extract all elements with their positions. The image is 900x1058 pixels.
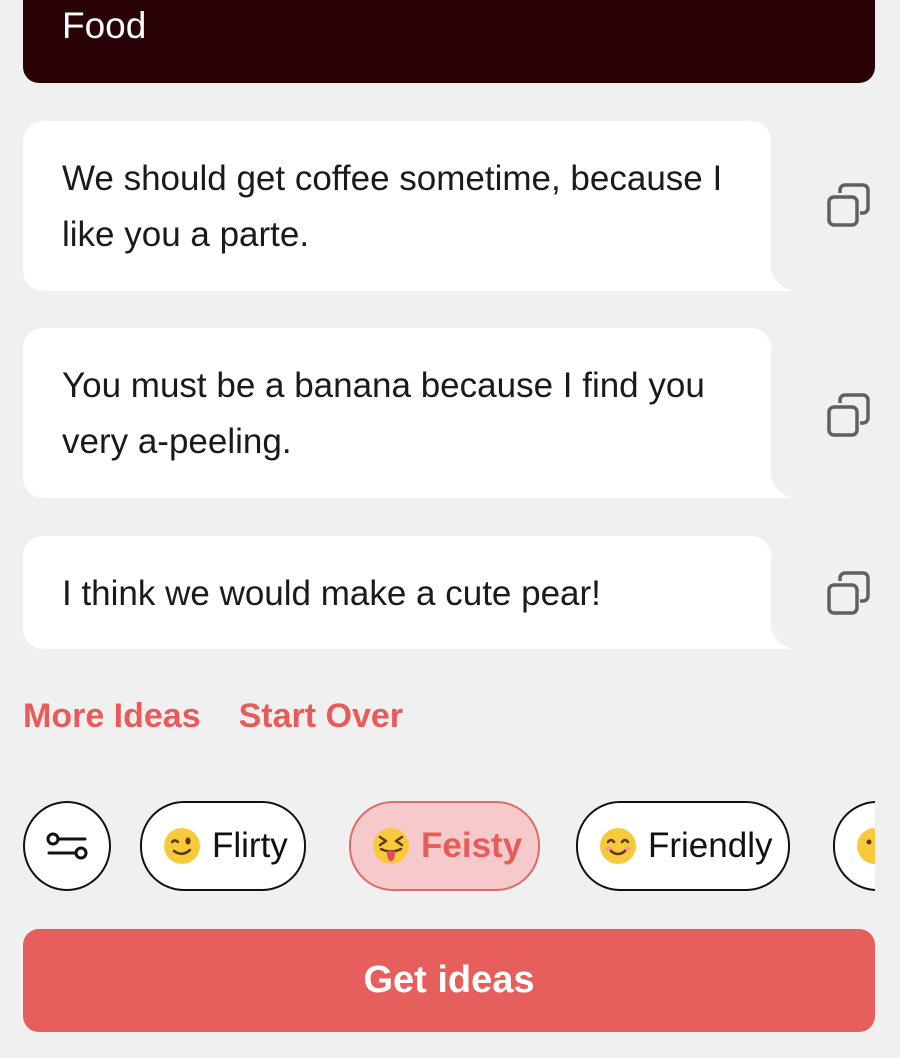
bubble-tail <box>769 468 793 498</box>
more-ideas-link[interactable]: More Ideas <box>23 696 201 736</box>
idea-text: You must be a banana because I find you … <box>62 366 705 461</box>
partial-emoji-icon <box>857 828 875 864</box>
copy-icon <box>827 183 870 227</box>
tone-chip-feisty[interactable]: Feisty <box>349 801 541 891</box>
idea-bubble: I think we would make a cute pear! <box>23 536 771 649</box>
copy-button[interactable] <box>823 390 875 442</box>
copy-icon <box>827 571 870 615</box>
idea-bubble: We should get coffee sometime, because I… <box>23 121 771 291</box>
idea-card: We should get coffee sometime, because I… <box>23 121 875 291</box>
tone-selector: Flirty Feisty Friendly <box>23 801 875 891</box>
winking-face-icon <box>164 828 200 864</box>
idea-actions: More Ideas Start Over <box>23 696 403 736</box>
bubble-tail <box>769 261 793 291</box>
idea-card: I think we would make a cute pear! <box>23 536 875 649</box>
topic-label: Food <box>62 5 147 46</box>
smiling-face-icon <box>600 828 636 864</box>
idea-card: You must be a banana because I find you … <box>23 328 875 498</box>
copy-button[interactable] <box>823 568 875 620</box>
tone-filter-button[interactable] <box>23 801 111 891</box>
idea-bubble: You must be a banana because I find you … <box>23 328 771 498</box>
start-over-link[interactable]: Start Over <box>239 696 403 736</box>
copy-button[interactable] <box>823 180 875 232</box>
topic-bar[interactable]: Food <box>23 0 875 83</box>
copy-icon <box>827 393 870 437</box>
bubble-tail <box>769 619 793 649</box>
tone-chip-label: Flirty <box>212 826 288 865</box>
tone-chip-label: Feisty <box>421 826 523 865</box>
tone-chip-friendly[interactable]: Friendly <box>576 801 791 891</box>
tone-chip-partial[interactable] <box>833 801 875 891</box>
sliders-icon <box>46 832 88 860</box>
tone-chip-label: Friendly <box>648 826 773 865</box>
get-ideas-label: Get ideas <box>363 959 535 1001</box>
idea-text: We should get coffee sometime, because I… <box>62 159 723 254</box>
get-ideas-button[interactable]: Get ideas <box>23 929 875 1032</box>
idea-text: I think we would make a cute pear! <box>62 574 601 613</box>
tone-chip-flirty[interactable]: Flirty <box>140 801 306 891</box>
squinting-face-with-tongue-icon <box>373 828 409 864</box>
